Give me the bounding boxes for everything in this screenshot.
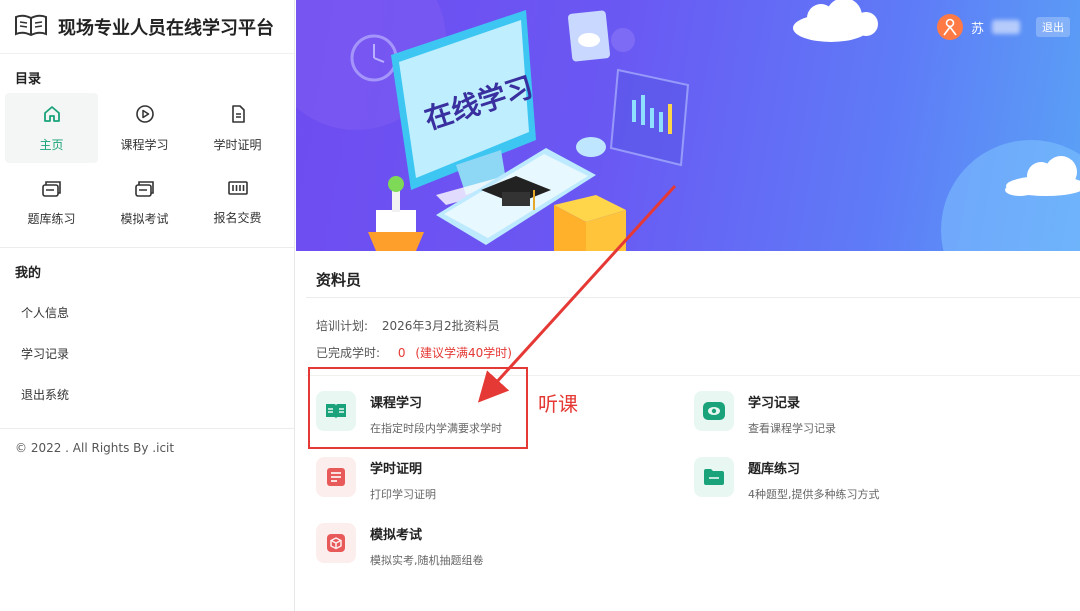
user-icon (943, 18, 957, 36)
hours-value: 0 (397, 346, 406, 360)
nav-item-home[interactable]: 主页 (5, 93, 98, 163)
nav-item-label: 学时证明 (213, 137, 262, 152)
card-hour-certificate[interactable]: 学时证明 打印学习证明 (316, 457, 436, 502)
nav-grid: 主页 课程学习 学时证明 题库练习 模拟考试 报名交费 (0, 93, 294, 237)
catalog-label: 目录 (15, 72, 42, 87)
brand-header: 现场专业人员在线学习平台 (0, 0, 294, 54)
nav-item-label: 课程学习 (120, 137, 169, 152)
app-title: 现场专业人员在线学习平台 (58, 17, 274, 39)
play-circle-icon (135, 104, 155, 128)
nav-item-label: 模拟考试 (120, 211, 169, 226)
hours-note: (建议学满40学时) (415, 346, 512, 360)
menu-item-profile[interactable]: 个人信息 (0, 293, 294, 334)
nav-item-certificate[interactable]: 学时证明 (191, 93, 284, 163)
mine-label: 我的 (15, 266, 42, 281)
annotation-text: 听课 (538, 392, 578, 416)
avatar[interactable] (936, 14, 963, 40)
home-icon (42, 104, 62, 128)
book-logo-icon (14, 14, 48, 40)
hours-label: 已完成学时: (316, 346, 381, 360)
card-title: 学时证明 (370, 462, 423, 477)
copyright: © 2022 . All Rights By .icit (0, 428, 294, 455)
nav-item-exam[interactable]: 模拟考试 (98, 167, 191, 237)
training-plan: 培训计划: 2026年3月2批资料员 (316, 317, 500, 334)
card-title: 学习记录 (748, 396, 801, 411)
card-question-bank[interactable]: 题库练习 4种题型,提供多种练习方式 (694, 457, 880, 502)
card-title: 题库练习 (748, 462, 801, 477)
page-title: 资料员 (316, 271, 362, 289)
nav-item-course[interactable]: 课程学习 (98, 93, 191, 163)
nav-item-payment[interactable]: 报名交费 (191, 167, 284, 237)
nav-item-label: 主页 (39, 137, 64, 152)
user-name: 苏 (970, 21, 984, 37)
user-area: 苏 退出 (936, 14, 1070, 40)
nav-item-label: 题库练习 (27, 211, 76, 226)
hero-banner: 在线学习 苏 退出 (296, 0, 1080, 251)
mine-list: 个人信息 学习记录 退出系统 (0, 293, 294, 416)
sidebar: 现场专业人员在线学习平台 目录 主页 课程学习 学时证明 题库练习 模拟考试 报… (0, 0, 295, 611)
certificate-icon (316, 457, 356, 497)
folder-icon (694, 457, 734, 497)
nav-item-question-bank[interactable]: 题库练习 (5, 167, 98, 237)
cube-icon (316, 523, 356, 563)
card-desc: 查看课程学习记录 (748, 422, 836, 435)
document-icon (228, 104, 248, 128)
card-desc: 打印学习证明 (370, 488, 436, 501)
plan-label: 培训计划: (316, 319, 369, 333)
nav-item-label: 报名交费 (213, 210, 262, 225)
completed-hours: 已完成学时: 0 (建议学满40学时) (316, 344, 512, 361)
plan-value: 2026年3月2批资料员 (381, 319, 500, 333)
menu-item-logout[interactable]: 退出系统 (0, 375, 294, 416)
card-study-records[interactable]: 学习记录 查看课程学习记录 (694, 391, 836, 436)
card-title: 模拟考试 (370, 528, 423, 543)
annotation-highlight-box (308, 367, 528, 449)
card-mock-exam[interactable]: 模拟考试 模拟实考,随机抽题组卷 (316, 523, 484, 568)
card-desc: 4种题型,提供多种练习方式 (748, 488, 880, 501)
user-name-redacted (992, 20, 1020, 34)
menu-item-study-records[interactable]: 学习记录 (0, 334, 294, 375)
divider (306, 297, 1080, 298)
divider (0, 247, 294, 248)
exam-icon (134, 178, 156, 202)
payment-icon (227, 179, 249, 201)
question-bank-icon (41, 178, 63, 202)
eye-icon (694, 391, 734, 431)
card-desc: 模拟实考,随机抽题组卷 (370, 554, 484, 567)
logout-button[interactable]: 退出 (1036, 17, 1070, 37)
